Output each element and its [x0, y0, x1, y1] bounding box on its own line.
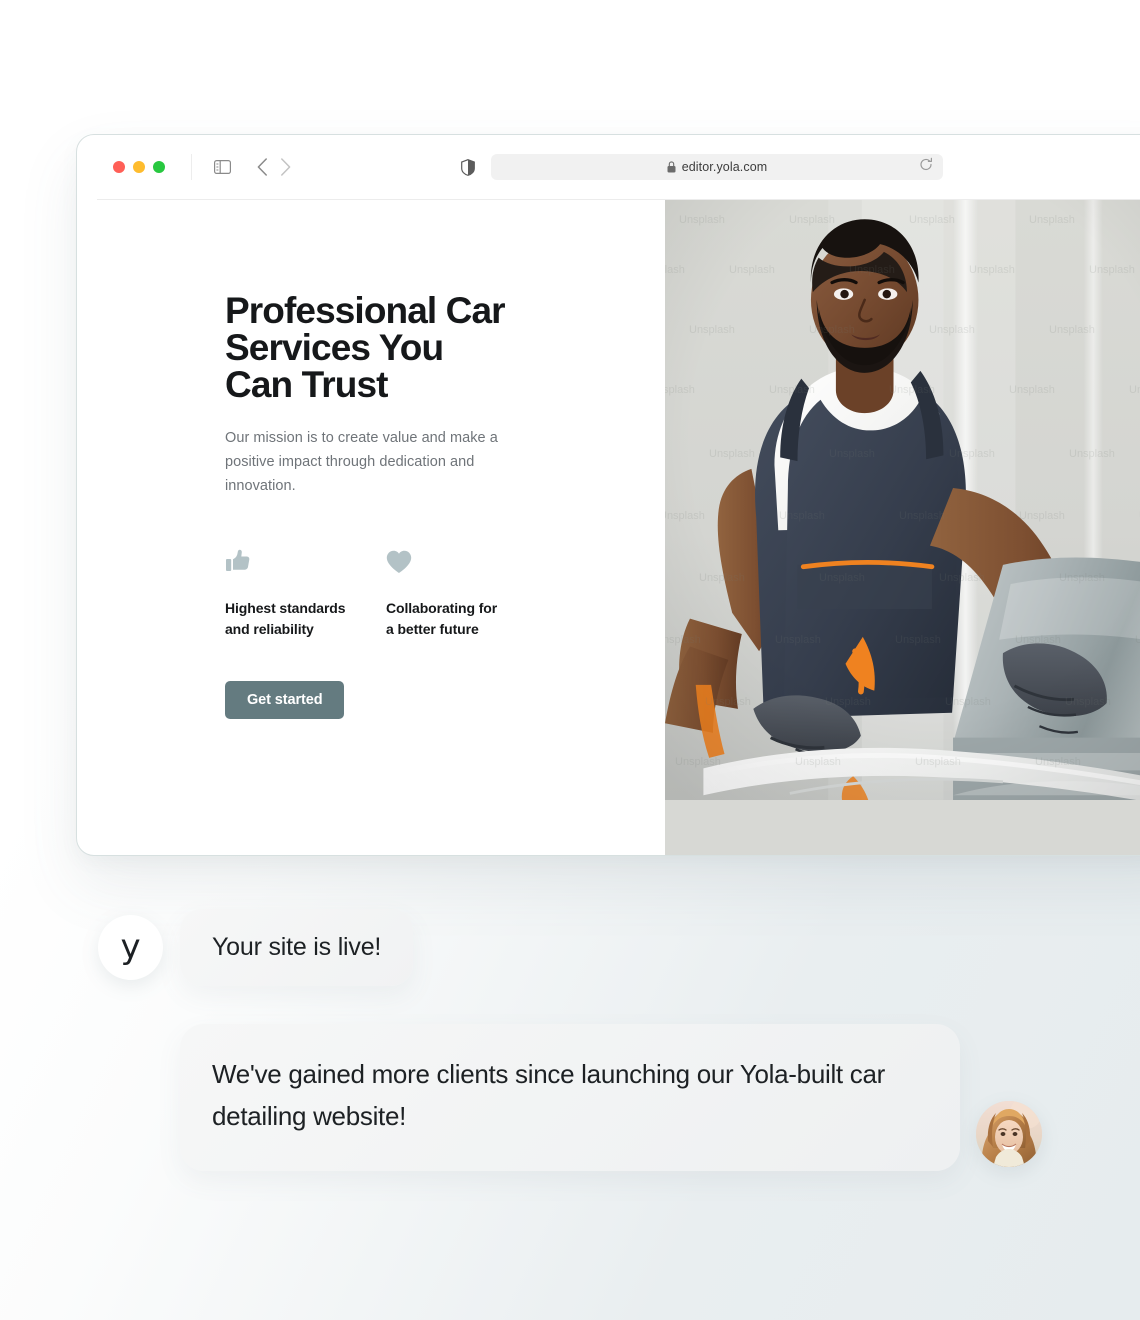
maximize-button[interactable] — [153, 161, 165, 173]
back-button[interactable] — [257, 158, 268, 176]
website-preview: Professional Car Services You Can Trust … — [98, 200, 1140, 855]
customer-avatar-artwork — [976, 1101, 1042, 1168]
toolbar-divider — [191, 154, 192, 180]
feature-label: Collaborating for a better future — [386, 599, 498, 638]
browser-window: editor.yola.com Professional Car Service… — [76, 134, 1140, 856]
address-bar[interactable]: editor.yola.com — [491, 154, 943, 180]
page-title: Professional Car Services You Can Trust — [225, 290, 506, 405]
feature-item-collaboration: Collaborating for a better future — [386, 546, 547, 641]
hero-image: Unsplash Unsplash Unsplash Unsplash Unsp… — [665, 200, 1140, 855]
address-bar-content: editor.yola.com — [667, 160, 768, 174]
chat-message-customer: We've gained more clients since launchin… — [180, 1024, 1042, 1172]
hero-text-column: Professional Car Services You Can Trust … — [98, 200, 665, 855]
hero-image-artwork — [665, 200, 1140, 801]
url-text: editor.yola.com — [681, 160, 768, 174]
sidebar-toggle-icon[interactable] — [214, 160, 231, 174]
chat-bubble-yola: Your site is live! — [180, 909, 414, 986]
lock-icon — [667, 161, 676, 173]
feature-list: Highest standards and reliability Collab… — [225, 546, 665, 641]
feature-item-standards: Highest standards and reliability — [225, 546, 386, 641]
browser-toolbar: editor.yola.com — [97, 135, 1140, 200]
heart-icon — [386, 546, 547, 574]
minimize-button[interactable] — [133, 161, 145, 173]
close-button[interactable] — [113, 161, 125, 173]
reload-button[interactable] — [919, 157, 933, 177]
feature-label: Highest standards and reliability — [225, 599, 346, 638]
customer-photo-avatar — [976, 1101, 1042, 1168]
yola-logo-avatar: y — [98, 915, 163, 980]
chat-bubble-customer: We've gained more clients since launchin… — [180, 1024, 960, 1172]
thumbs-up-icon — [225, 546, 386, 574]
window-controls — [113, 161, 165, 173]
hero-subtitle: Our mission is to create value and make … — [225, 430, 498, 494]
privacy-shield-icon[interactable] — [461, 158, 475, 176]
chat-message-yola: y Your site is live! — [98, 909, 414, 986]
forward-button[interactable] — [280, 158, 291, 176]
yola-logo-letter: y — [120, 926, 141, 967]
get-started-button[interactable]: Get started — [225, 681, 345, 720]
